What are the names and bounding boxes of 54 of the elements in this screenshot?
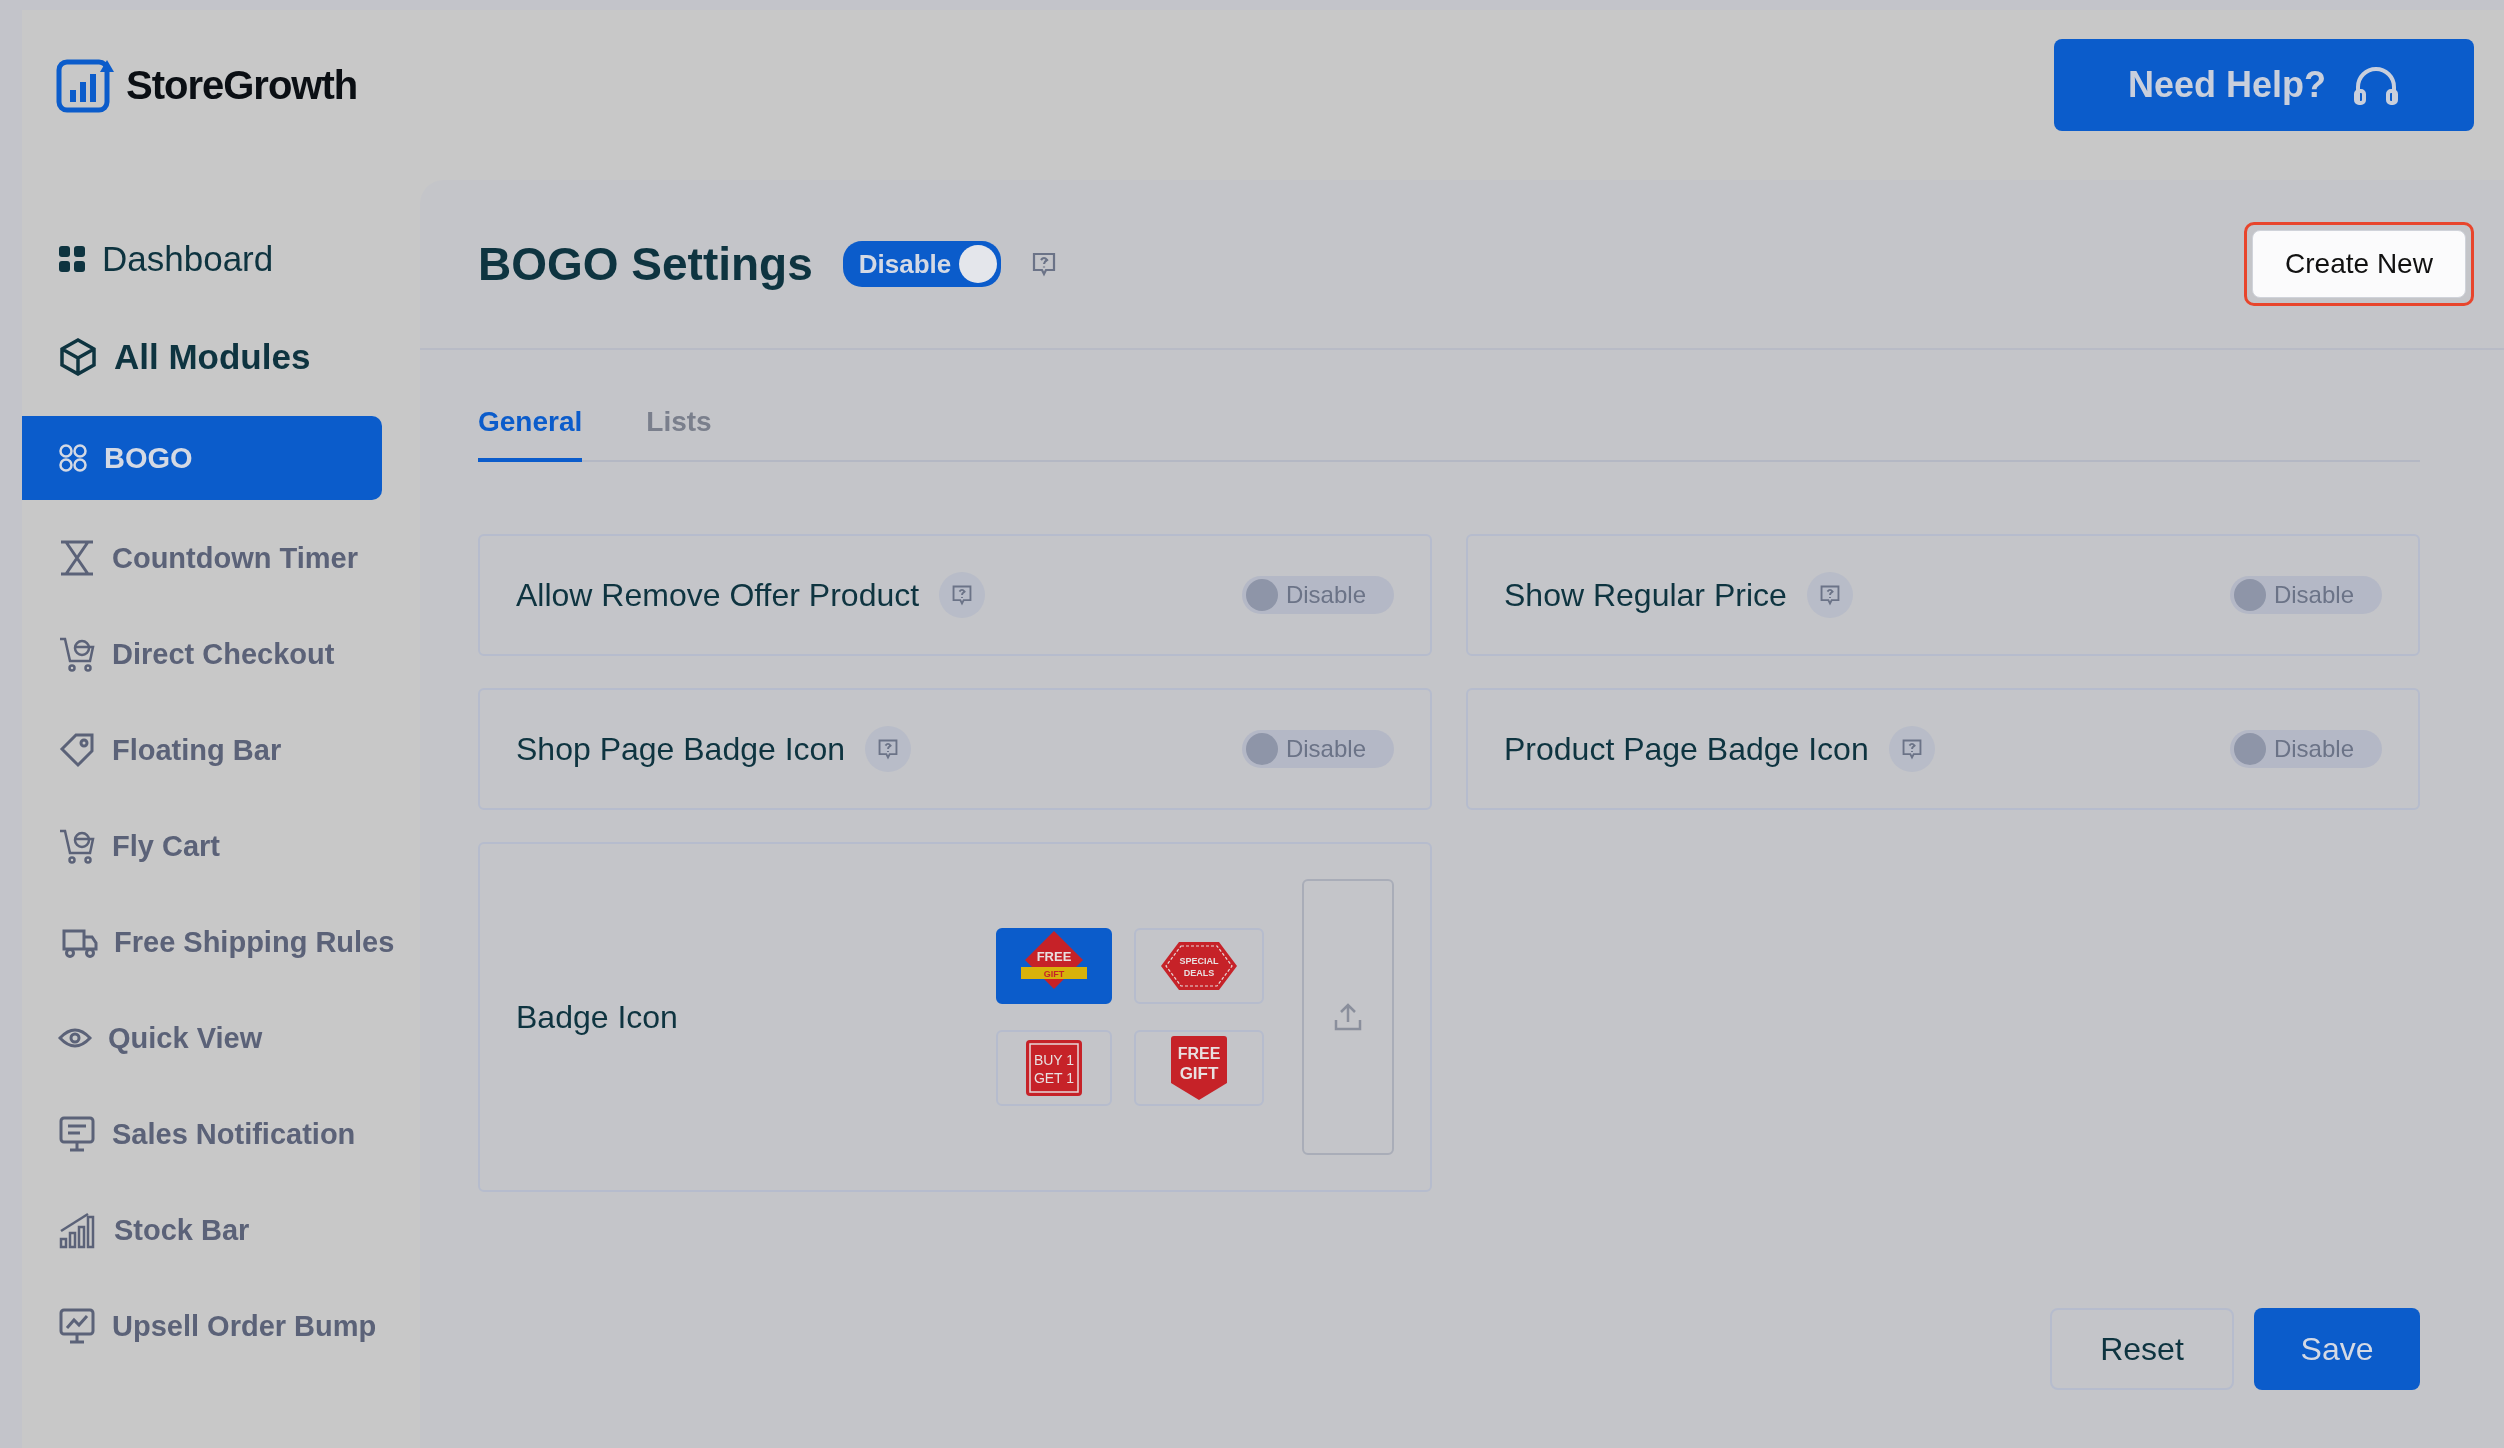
help-icon[interactable]: [865, 726, 912, 772]
sidebar-item[interactable]: Floating Bar: [22, 702, 420, 798]
hourglass-icon: [58, 539, 96, 577]
setting-label: Shop Page Badge Icon: [516, 730, 846, 768]
help-icon[interactable]: [1888, 726, 1935, 772]
badge-option[interactable]: SPECIAL DEALS: [1134, 928, 1264, 1004]
setting-label: Show Regular Price: [1504, 576, 1787, 614]
setting-label: Product Page Badge Icon: [1504, 730, 1869, 768]
upload-icon: [1334, 1002, 1362, 1032]
help-button[interactable]: Need Help?: [2054, 39, 2474, 131]
help-icon[interactable]: [1031, 251, 1058, 277]
reset-button[interactable]: Reset: [2050, 1308, 2234, 1390]
sidebar-item[interactable]: Direct Checkout: [22, 606, 420, 702]
setting-toggle[interactable]: Disable: [2229, 576, 2382, 614]
help-icon[interactable]: [939, 572, 986, 618]
save-button[interactable]: Save: [2254, 1308, 2420, 1390]
eye-icon: [58, 1026, 92, 1050]
brand-name: StoreGrowth: [126, 62, 358, 108]
sidebar-item[interactable]: Fly Cart: [22, 798, 420, 894]
setting-toggle[interactable]: Disable: [2229, 730, 2382, 768]
page-title: BOGO Settings: [478, 237, 813, 291]
badge-option[interactable]: FREE GIFT: [996, 928, 1112, 1004]
cart-icon: [58, 827, 96, 865]
cart-icon: [58, 635, 96, 673]
sidebar-item[interactable]: Free Shipping Rules: [22, 894, 420, 990]
tag-icon: [58, 731, 96, 769]
setting-label: Allow Remove Offer Product: [516, 576, 920, 614]
rings-icon: [58, 443, 88, 473]
sidebar-item[interactable]: Quick View: [22, 990, 420, 1086]
help-icon[interactable]: [1806, 572, 1853, 618]
sidebar-item[interactable]: Countdown Timer: [22, 510, 420, 606]
headset-icon: [2352, 65, 2400, 105]
offer-badge-icon: BUY 1 GET 1: [1025, 1039, 1083, 1097]
sidebar-item[interactable]: BOGO: [22, 416, 382, 500]
badge-option[interactable]: FREE GIFT: [1134, 1030, 1264, 1106]
tab[interactable]: General: [478, 406, 583, 462]
chart-icon: [58, 1307, 96, 1345]
grid-icon: [58, 245, 86, 273]
sidebar-item[interactable]: Sales Notification: [22, 1086, 420, 1182]
gift-badge-icon: FREE GIFT: [1170, 1035, 1228, 1101]
sidebar-item[interactable]: Upsell Order Bump: [22, 1278, 420, 1374]
create-new-button[interactable]: Create New: [2252, 230, 2466, 298]
module-toggle[interactable]: Disable: [842, 241, 1002, 287]
setting-label: Badge Icon: [516, 998, 678, 1036]
setting-toggle[interactable]: Disable: [1241, 576, 1394, 614]
badge-option[interactable]: BUY 1 GET 1: [996, 1030, 1112, 1106]
cube-icon: [58, 337, 98, 377]
monitor-icon: [58, 1115, 96, 1153]
sidebar-item[interactable]: Dashboard: [22, 210, 420, 308]
tab[interactable]: Lists: [646, 406, 712, 462]
deal-badge-icon: SPECIAL DEALS: [1159, 939, 1239, 993]
setting-toggle[interactable]: Disable: [1241, 730, 1394, 768]
sidebar-item[interactable]: All Modules: [22, 308, 420, 406]
sidebar-item[interactable]: Stock Bar: [22, 1182, 420, 1278]
